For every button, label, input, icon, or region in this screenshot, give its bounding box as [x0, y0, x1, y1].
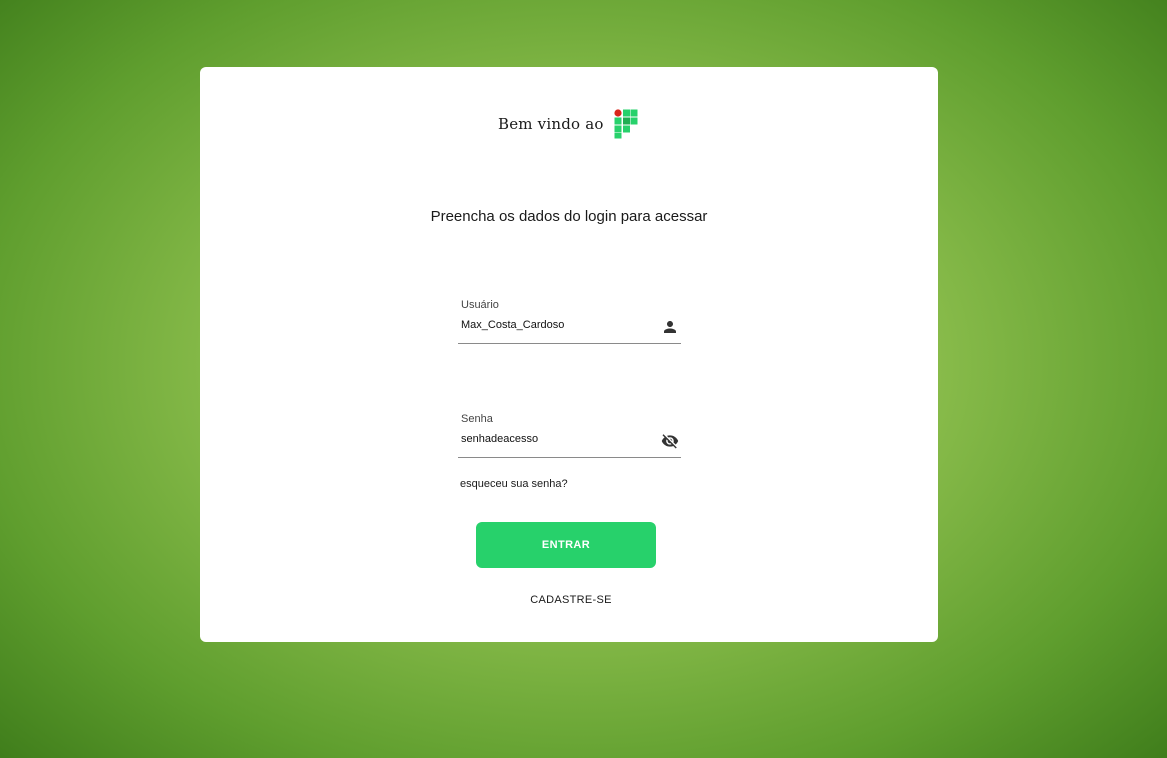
enter-button[interactable]: ENTRAR — [476, 522, 656, 568]
ifpr-logo-icon — [614, 109, 638, 139]
eye-off-icon[interactable] — [661, 432, 679, 450]
username-input[interactable] — [461, 319, 651, 331]
person-icon — [664, 321, 676, 333]
welcome-text: Bem vindo ao — [497, 115, 604, 133]
password-field[interactable]: Senha — [458, 411, 681, 458]
forgot-password-link[interactable]: esqueceu sua senha? — [460, 478, 568, 490]
password-input[interactable] — [461, 433, 651, 445]
username-field[interactable]: Usuário — [458, 297, 681, 344]
username-label: Usuário — [461, 299, 499, 311]
signup-link[interactable]: CADASTRE-SE — [471, 594, 671, 606]
welcome-header: Bem vindo ao — [200, 109, 938, 139]
page-subtitle: Preencha os dados do login para acessar — [430, 208, 708, 225]
login-card: Bem vindo ao Preencha os dados do login … — [200, 67, 938, 642]
password-label: Senha — [461, 413, 493, 425]
